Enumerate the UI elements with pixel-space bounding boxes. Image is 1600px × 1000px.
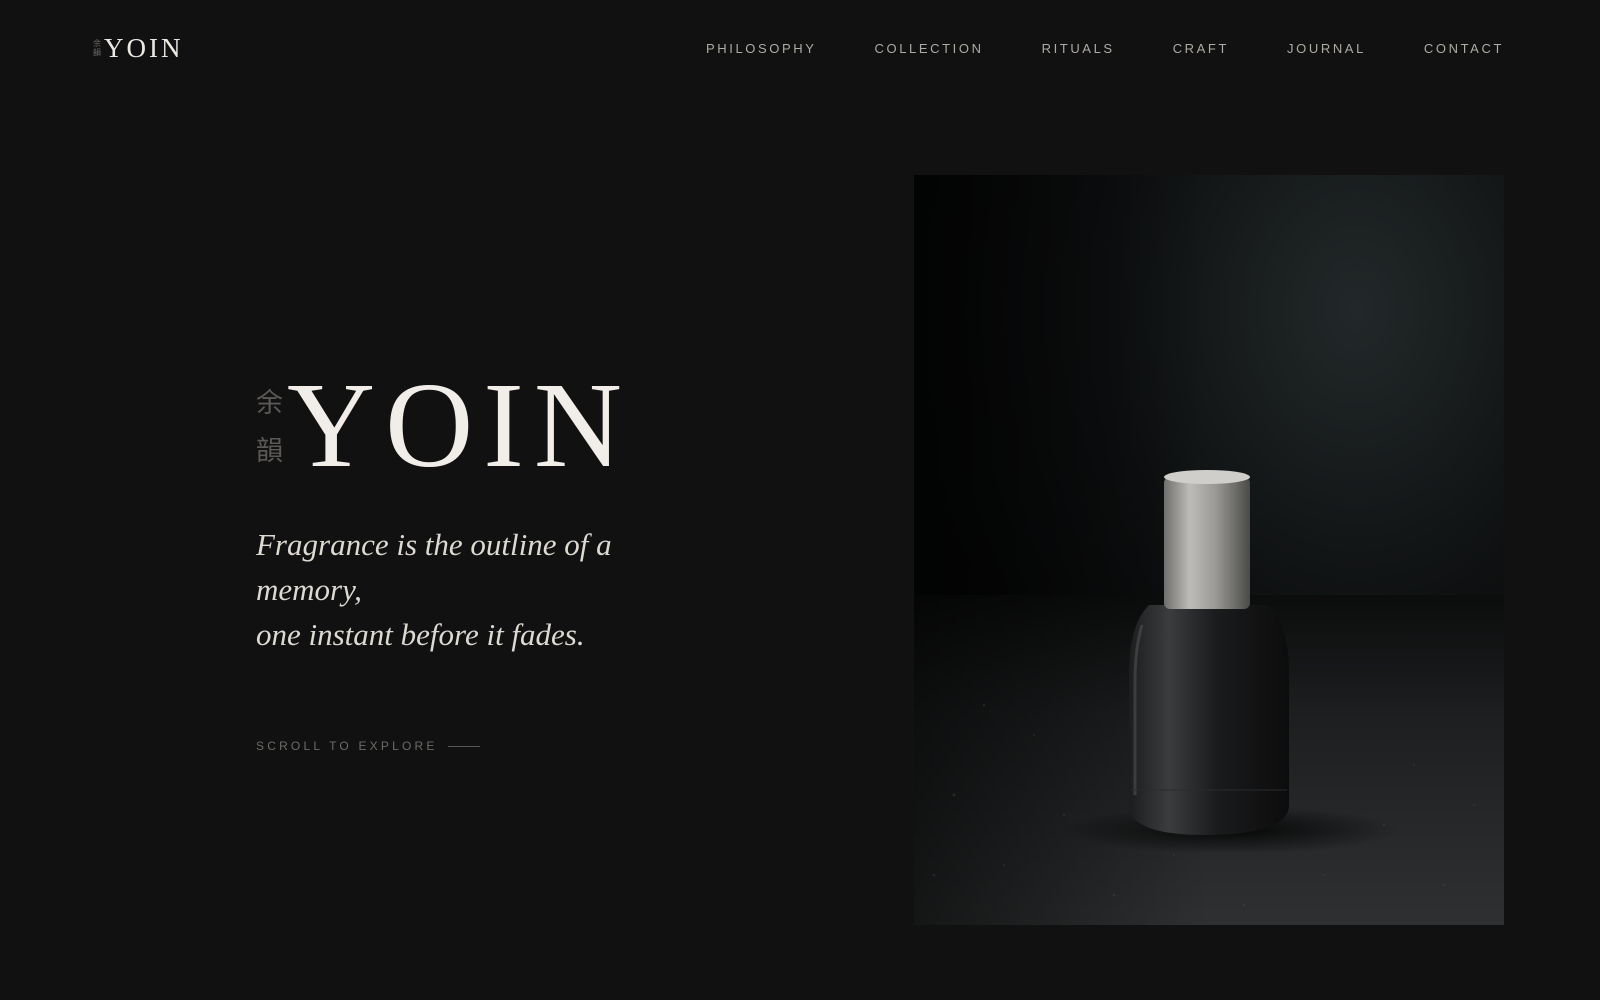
nav-item-collection[interactable]: COLLECTION [875,40,984,58]
logo[interactable]: 余 韻 YOIN [93,33,184,63]
logo-kanji-top: 余 [93,39,101,48]
site-header: 余 韻 YOIN PHILOSOPHY COLLECTION RITUALS C… [0,0,1600,100]
logo-wordmark: YOIN [104,33,184,63]
scroll-label: SCROLL TO EXPLORE [256,739,438,753]
hero-kanji-bottom: 韻 [256,436,283,467]
nav-item-philosophy[interactable]: PHILOSOPHY [706,40,817,58]
tagline-line-3: one instant before it fades. [256,617,585,652]
scroll-to-explore[interactable]: SCROLL TO EXPLORE [256,738,480,754]
main-nav: PHILOSOPHY COLLECTION RITUALS CRAFT JOUR… [706,40,1504,58]
nav-item-rituals[interactable]: RITUALS [1042,40,1115,58]
tagline-line-1: Fragrance is the outline of a [256,527,612,562]
hero-tagline: Fragrance is the outline of a memory, on… [256,522,656,657]
nav-item-contact[interactable]: CONTACT [1424,40,1504,58]
logo-kanji-bottom: 韻 [93,48,101,57]
hero-kanji: 余 韻 [256,380,283,476]
logo-kanji: 余 韻 [93,39,101,57]
hero-title: 余 韻 YOIN [256,358,632,493]
tagline-line-2: memory, [256,572,362,607]
scroll-line-divider [447,745,480,747]
nav-item-journal[interactable]: JOURNAL [1287,40,1366,58]
hero-heading: YOIN [287,358,632,493]
page: 余 韻 YOIN PHILOSOPHY COLLECTION RITUALS C… [0,0,1600,1000]
perfume-bottle-photo [914,175,1504,925]
nav-item-craft[interactable]: CRAFT [1173,40,1229,58]
hero-product-image [914,175,1504,925]
hero-kanji-top: 余 [256,388,283,419]
